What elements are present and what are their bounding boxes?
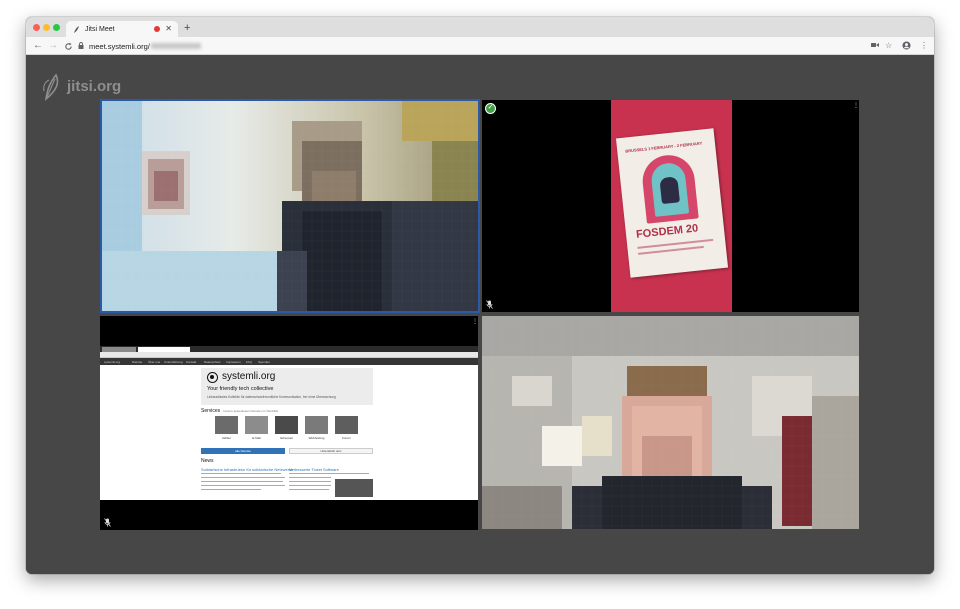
service-thumb-etherpad [275,416,298,434]
url-path-redacted [150,43,201,49]
minimize-window-button[interactable] [43,24,50,31]
camera-icon[interactable] [871,41,879,51]
muted-mic-icon [486,300,493,309]
shared-site-tagline: Your friendly tech collective [207,386,274,392]
tab-jitsi-meet[interactable]: Jitsi Meet ✕ [66,21,178,37]
video-tile-participant-2[interactable]: BRUSSELS 1 FEBRUARY - 2 FEBRUARY FOSDEM … [482,100,859,312]
url-text: meet.systemli.org/ [89,41,150,51]
menu-icon[interactable]: ⋮ [920,41,928,51]
browser-window: Jitsi Meet ✕ + ← → meet.systemli.org/ ☆ … [26,17,934,574]
dominant-speaker-badge-icon: ✓ [485,103,496,114]
shared-site-article-2: Verbesserte Ticket Software [289,467,339,472]
shared-site-subline: Linksradikales Kollektiv für datenschutz… [207,395,336,399]
muted-mic-icon [104,518,111,527]
jitsi-logo: jitsi.org [42,71,121,101]
forward-button[interactable]: → [48,40,58,52]
shared-site-article-image [335,479,373,497]
address-bar[interactable]: meet.systemli.org/ [78,40,858,52]
more-options-icon[interactable]: ⋮ [853,103,859,109]
video-tile-participant-1[interactable] [100,99,480,313]
recording-indicator-icon [154,26,161,32]
shared-site-secondary-button: Unterstützt uns! [289,448,373,454]
booklet-header: BRUSSELS 1 FEBRUARY - 2 FEBRUARY [625,140,703,154]
jitsi-logo-text: jitsi.org [67,77,122,95]
lock-icon [78,41,84,51]
new-tab-button[interactable]: + [184,22,190,34]
video-tile-participant-4[interactable] [482,316,859,529]
shared-site-brand: systemli.org [222,371,276,382]
systemli-logo-icon [207,372,218,383]
jitsi-stage: jitsi.org BRUSSELS 1 FEBRUARY - 2 FEBRUA… [26,56,934,574]
zoom-window-button[interactable] [53,24,60,31]
star-icon[interactable]: ☆ [885,41,892,51]
close-window-button[interactable] [33,24,40,31]
fosdem-booklet: BRUSSELS 1 FEBRUARY - 2 FEBRUARY FOSDEM … [615,128,729,278]
video-tile-screen-share[interactable]: systemli.org Dienste Über uns Unterstütz… [100,316,478,530]
jitsi-leaf-icon [42,71,64,101]
booklet-title: FOSDEM 20 [635,222,699,241]
booklet-illustration [640,152,699,224]
service-thumb-email [245,416,268,434]
shared-site-article-1: Solidarische Infrastruktur für solidaris… [201,467,294,472]
pixelated-video-feed [482,316,859,529]
service-thumb-jabber [215,416,238,434]
service-thumb-webhosting [305,416,328,434]
shared-site-nav: systemli.org Dienste Über uns Unterstütz… [100,358,478,365]
browser-toolbar: ← → meet.systemli.org/ ☆ ⋮ [26,37,934,55]
shared-screen-content: systemli.org Dienste Über uns Unterstütz… [100,346,478,500]
shared-site-news-heading: News [201,458,214,464]
jitsi-favicon-icon [72,25,81,34]
account-icon[interactable] [902,41,911,53]
tab-close-icon[interactable]: ✕ [165,25,172,33]
more-options-icon[interactable]: ⋮ [472,319,478,325]
tab-title: Jitsi Meet [85,25,115,33]
shared-site-hero: systemli.org Your friendly tech collecti… [201,368,373,405]
back-button[interactable]: ← [33,40,43,52]
reload-button[interactable] [64,40,73,55]
pixelated-video-feed [102,101,478,311]
tab-strip: Jitsi Meet ✕ + [26,17,934,37]
shared-site-primary-button: alle Dienste [201,448,285,454]
shared-site-services-heading: Services Unsere kostenlosen Dienste im Üb… [201,408,279,414]
service-thumb-forum [335,416,358,434]
